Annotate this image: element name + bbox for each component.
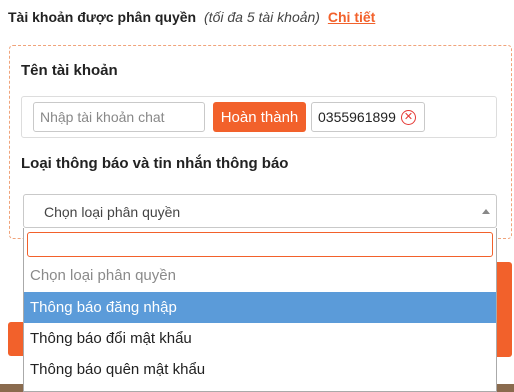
dropdown-option-forgot-password[interactable]: Thông báo quên mật khẩu [24,354,496,385]
permission-type-dropdown: Chọn loại phân quyền Thông báo đăng nhập… [23,228,497,392]
details-link[interactable]: Chi tiết [328,9,375,25]
dropdown-option-change-password[interactable]: Thông báo đổi mật khẩu [24,323,496,354]
account-chat-input[interactable] [33,102,205,132]
close-circle-icon[interactable]: ✕ [401,110,416,125]
permission-header: Tài khoản được phân quyền (tối đa 5 tài … [8,9,375,25]
limit-note: (tối đa 5 tài khoản) [204,9,320,25]
select-current-value: Chọn loại phân quyền [44,204,181,220]
dropdown-option-login[interactable]: Thông báo đăng nhập [24,292,496,323]
done-button[interactable]: Hoàn thành [213,102,306,132]
account-chip: 0355961899 ✕ [311,102,425,132]
account-name-label: Tên tài khoản [21,62,118,79]
account-chip-value: 0355961899 [318,109,396,125]
dropdown-search-input[interactable] [27,232,493,257]
permission-type-select[interactable]: Chọn loại phân quyền [23,194,497,228]
section-title: Tài khoản được phân quyền [8,9,197,25]
notification-type-label: Loại thông báo và tin nhắn thông báo [21,155,289,172]
caret-up-icon [482,209,490,214]
dropdown-option-placeholder: Chọn loại phân quyền [30,267,176,284]
